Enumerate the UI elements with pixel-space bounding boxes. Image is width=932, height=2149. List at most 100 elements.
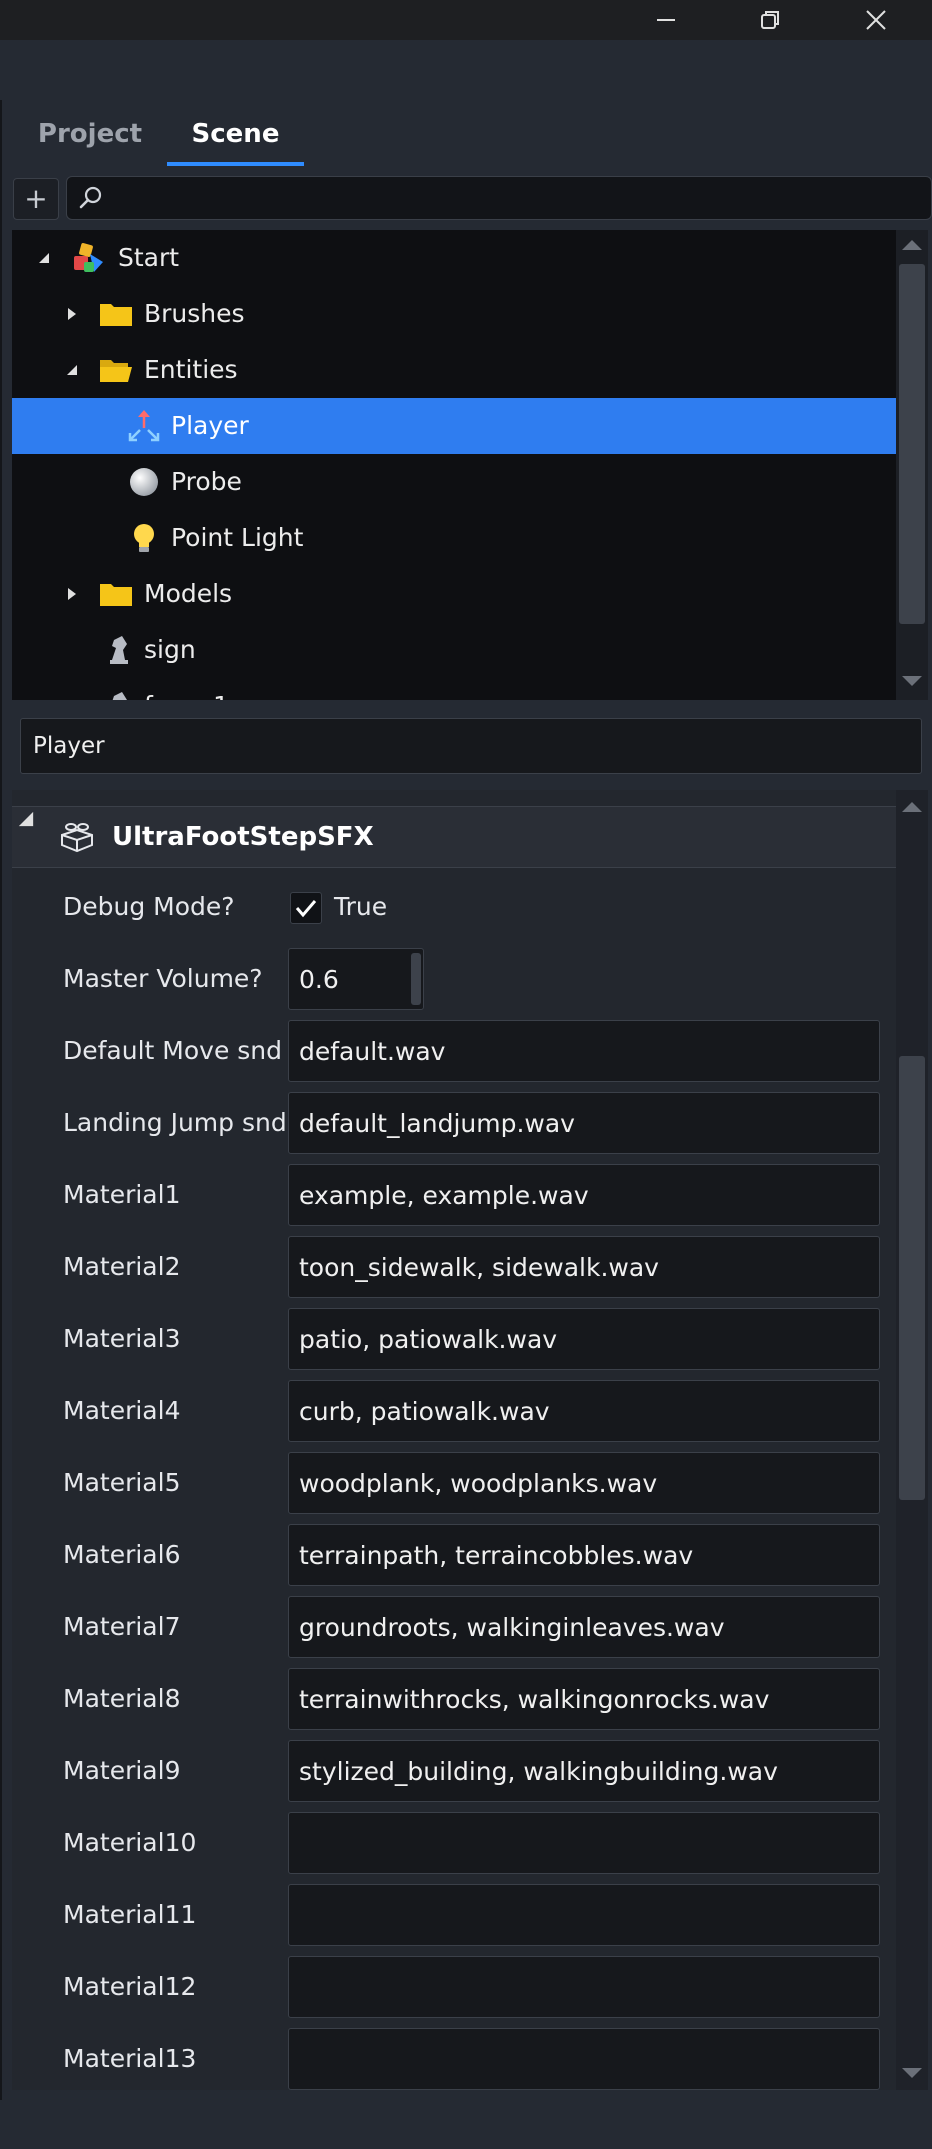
prop-label: Material1 bbox=[63, 1180, 181, 1209]
prop-input[interactable] bbox=[297, 1957, 871, 2017]
model-icon bbox=[112, 692, 127, 700]
tree-scrollbar-thumb[interactable] bbox=[899, 264, 925, 624]
tree-item-player[interactable]: Player bbox=[12, 398, 896, 454]
prop-label: Debug Mode? bbox=[63, 892, 235, 921]
prop-input[interactable] bbox=[297, 1525, 871, 1585]
search-box[interactable] bbox=[66, 176, 932, 220]
prop-input[interactable] bbox=[297, 1381, 871, 1441]
tab-scene[interactable]: Scene bbox=[167, 100, 304, 168]
prop-label: Material7 bbox=[63, 1612, 181, 1641]
prop-row-material10: Material10 bbox=[12, 1812, 896, 1874]
prop-field[interactable] bbox=[288, 1740, 880, 1802]
volume-spinner[interactable] bbox=[411, 953, 421, 1005]
expand-arrow-icon[interactable] bbox=[62, 566, 82, 622]
restore-button[interactable] bbox=[740, 0, 800, 40]
tree-item-entities[interactable]: Entities bbox=[12, 342, 896, 398]
prop-input[interactable] bbox=[297, 1741, 871, 1801]
tree-item-models[interactable]: Models bbox=[12, 566, 896, 622]
prop-input[interactable] bbox=[297, 1237, 871, 1297]
search-input[interactable] bbox=[111, 181, 915, 217]
tree-item-probe[interactable]: Probe bbox=[12, 454, 896, 510]
entity-name-input[interactable] bbox=[31, 719, 905, 773]
prop-input[interactable] bbox=[297, 1165, 871, 1225]
tab-project[interactable]: Project bbox=[30, 100, 150, 168]
prop-input[interactable] bbox=[297, 2029, 871, 2089]
prop-field[interactable] bbox=[288, 1956, 880, 2018]
prop-input[interactable] bbox=[297, 1885, 871, 1945]
prop-field[interactable] bbox=[288, 1236, 880, 1298]
prop-label: Material9 bbox=[63, 1756, 181, 1785]
prop-field[interactable] bbox=[288, 1884, 880, 1946]
panel-edge bbox=[0, 100, 2, 2100]
prop-field[interactable] bbox=[288, 1092, 880, 1154]
prop-field[interactable] bbox=[288, 1164, 880, 1226]
probe-sphere-icon bbox=[130, 468, 158, 496]
tree-item-point-light[interactable]: Point Light bbox=[12, 510, 896, 566]
prop-field[interactable] bbox=[288, 1020, 880, 1082]
prop-row-debug-mode: Debug Mode? True bbox=[12, 876, 896, 938]
prop-field[interactable] bbox=[288, 1812, 880, 1874]
minimize-button[interactable] bbox=[636, 0, 696, 40]
tree-item-label: Models bbox=[144, 579, 233, 608]
prop-row-material11: Material11 bbox=[12, 1884, 896, 1946]
component-header[interactable]: UltraFootStepSFX bbox=[12, 806, 896, 868]
master-volume-field[interactable] bbox=[288, 948, 424, 1010]
prop-row-default-move: Default Move snd bbox=[12, 1020, 896, 1082]
tree-item-brushes[interactable]: Brushes bbox=[12, 286, 896, 342]
component-brick-icon bbox=[61, 823, 93, 853]
tree-scrollbar[interactable] bbox=[896, 230, 928, 700]
prop-field[interactable] bbox=[288, 1380, 880, 1442]
prop-input[interactable] bbox=[297, 1021, 871, 1081]
prop-input[interactable] bbox=[297, 1597, 871, 1657]
prop-row-material13: Material13 bbox=[12, 2028, 896, 2090]
prop-input[interactable] bbox=[297, 1669, 871, 1729]
prop-label: Material2 bbox=[63, 1252, 181, 1281]
scroll-up-arrow-icon[interactable] bbox=[902, 802, 922, 812]
prop-label: Material8 bbox=[63, 1684, 181, 1713]
prop-input[interactable] bbox=[297, 1093, 871, 1153]
restore-icon bbox=[761, 11, 779, 29]
active-tab-indicator bbox=[167, 162, 304, 166]
prop-input[interactable] bbox=[297, 1453, 871, 1513]
prop-input[interactable] bbox=[297, 1309, 871, 1369]
collapse-arrow-icon[interactable] bbox=[62, 342, 82, 398]
prop-label: Material13 bbox=[63, 2044, 197, 2073]
entity-name-field[interactable] bbox=[20, 718, 922, 774]
tree-item-fence1[interactable]: fence1 bbox=[12, 678, 896, 700]
tree-item-label: Brushes bbox=[144, 299, 245, 328]
collapse-arrow-icon[interactable] bbox=[34, 230, 54, 286]
tree-item-start[interactable]: Start bbox=[12, 230, 896, 286]
properties-scrollbar[interactable] bbox=[896, 790, 928, 2090]
prop-input[interactable] bbox=[297, 1813, 871, 1873]
close-icon bbox=[866, 10, 886, 30]
prop-row-material9: Material9 bbox=[12, 1740, 896, 1802]
prop-label: Material3 bbox=[63, 1324, 181, 1353]
debug-mode-checkbox[interactable] bbox=[290, 892, 322, 924]
scroll-down-arrow-icon[interactable] bbox=[902, 676, 922, 686]
tree-item-sign[interactable]: sign bbox=[12, 622, 896, 678]
add-button[interactable]: + bbox=[13, 178, 59, 220]
prop-field[interactable] bbox=[288, 2028, 880, 2090]
prop-field[interactable] bbox=[288, 1668, 880, 1730]
close-button[interactable] bbox=[846, 0, 906, 40]
scroll-down-arrow-icon[interactable] bbox=[902, 2068, 922, 2078]
prop-field[interactable] bbox=[288, 1452, 880, 1514]
prop-row-material7: Material7 bbox=[12, 1596, 896, 1658]
prop-label: Material4 bbox=[63, 1396, 181, 1425]
properties-scrollbar-thumb[interactable] bbox=[899, 1056, 925, 1500]
master-volume-input[interactable] bbox=[297, 949, 401, 1009]
debug-mode-value: True bbox=[334, 892, 388, 921]
expand-arrow-icon[interactable] bbox=[62, 286, 82, 342]
light-bulb-icon bbox=[134, 524, 154, 552]
collapse-arrow-icon[interactable] bbox=[16, 809, 36, 829]
prop-row-material3: Material3 bbox=[12, 1308, 896, 1370]
tree-item-label: Start bbox=[118, 243, 180, 272]
prop-label: Material6 bbox=[63, 1540, 181, 1569]
prop-field[interactable] bbox=[288, 1308, 880, 1370]
scroll-up-arrow-icon[interactable] bbox=[902, 240, 922, 250]
scene-tree: Start Brushes Entities Player Probe Poin… bbox=[12, 230, 896, 700]
prop-field[interactable] bbox=[288, 1596, 880, 1658]
prop-field[interactable] bbox=[288, 1524, 880, 1586]
minimize-icon bbox=[657, 19, 675, 21]
model-icon bbox=[110, 636, 128, 664]
